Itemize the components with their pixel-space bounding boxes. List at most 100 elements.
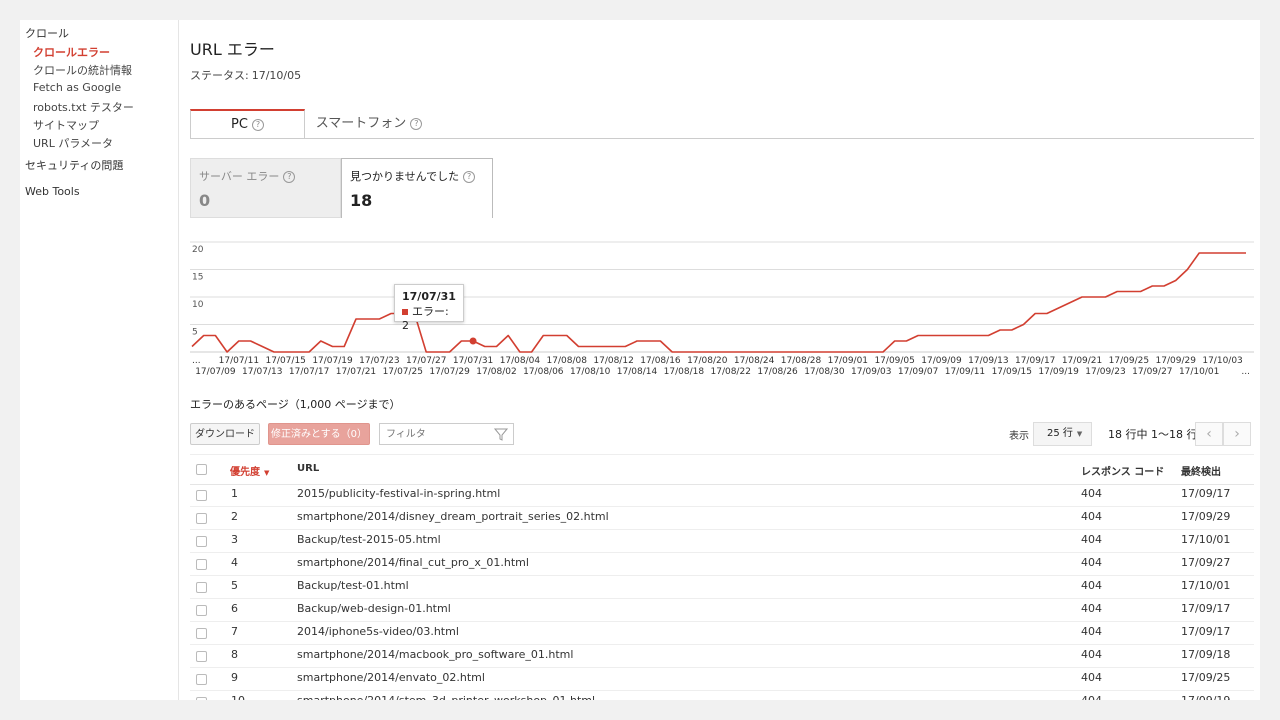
row-url[interactable]: smartphone/2014/macbook_pro_software_01.… bbox=[297, 648, 573, 661]
row-url[interactable]: smartphone/2014/disney_dream_portrait_se… bbox=[297, 510, 609, 523]
x-tick-label: 17/09/23 bbox=[1085, 367, 1125, 377]
help-icon[interactable]: ? bbox=[463, 171, 476, 183]
sidebar-item-url-parameters[interactable]: URL パラメータ bbox=[33, 135, 113, 151]
row-priority: 9 bbox=[231, 671, 238, 684]
sidebar-section-webtools[interactable]: Web Tools bbox=[25, 185, 80, 198]
table-row[interactable]: 5 Backup/test-01.html 404 17/10/01 bbox=[190, 575, 1254, 599]
column-header-last-detected[interactable]: 最終検出 bbox=[1181, 463, 1221, 478]
row-checkbox[interactable] bbox=[196, 490, 207, 501]
row-checkbox[interactable] bbox=[196, 513, 207, 524]
filter-icon[interactable] bbox=[494, 424, 508, 444]
table-row[interactable]: 8 smartphone/2014/macbook_pro_software_01… bbox=[190, 644, 1254, 668]
x-tick-label: 17/10/01 bbox=[1179, 367, 1219, 377]
x-tick-label: 17/07/27 bbox=[406, 356, 446, 366]
table-header: 優先度 ▼ URL レスポンス コード 最終検出 bbox=[190, 454, 1254, 485]
row-priority: 2 bbox=[231, 510, 238, 523]
column-header-priority[interactable]: 優先度 ▼ bbox=[230, 463, 269, 478]
series-swatch bbox=[402, 309, 408, 315]
row-checkbox[interactable] bbox=[196, 651, 207, 662]
column-header-response-code[interactable]: レスポンス コード bbox=[1081, 463, 1164, 478]
table-row[interactable]: 6 Backup/web-design-01.html 404 17/09/17 bbox=[190, 598, 1254, 622]
row-url[interactable]: smartphone/2014/stem_3d_printer_workshop… bbox=[297, 694, 595, 700]
tab-smartphone[interactable]: スマートフォン? bbox=[304, 110, 434, 138]
row-response-code: 404 bbox=[1081, 579, 1102, 592]
sidebar-item-sitemaps[interactable]: サイトマップ bbox=[33, 117, 99, 133]
select-all-checkbox[interactable] bbox=[196, 464, 207, 475]
sidebar-section-crawl[interactable]: クロール bbox=[25, 25, 69, 41]
x-tick-label: 17/07/31 bbox=[453, 356, 493, 366]
mark-fixed-button[interactable]: 修正済みとする（0） bbox=[268, 423, 370, 445]
help-icon[interactable]: ? bbox=[251, 118, 264, 131]
sidebar-item-crawl-errors[interactable]: クロールエラー bbox=[33, 44, 110, 60]
row-checkbox[interactable] bbox=[196, 628, 207, 639]
row-checkbox[interactable] bbox=[196, 536, 207, 547]
chevron-down-icon: ▼ bbox=[1076, 430, 1083, 438]
sidebar-item-robots-tester[interactable]: robots.txt テスター bbox=[33, 99, 134, 115]
row-checkbox[interactable] bbox=[196, 674, 207, 685]
row-last-detected: 17/09/17 bbox=[1181, 487, 1231, 500]
rows-per-page-select[interactable]: 25 行 ▼ bbox=[1033, 422, 1092, 446]
row-priority: 1 bbox=[231, 487, 238, 500]
app-frame: クロール クロールエラー クロールの統計情報 Fetch as Google r… bbox=[20, 20, 1260, 700]
row-checkbox[interactable] bbox=[196, 582, 207, 593]
table-row[interactable]: 2 smartphone/2014/disney_dream_portrait_s… bbox=[190, 506, 1254, 530]
x-tick-label: 17/08/10 bbox=[570, 367, 611, 377]
row-checkbox[interactable] bbox=[196, 697, 207, 700]
table-row[interactable]: 3 Backup/test-2015-05.html 404 17/10/01 bbox=[190, 529, 1254, 553]
x-tick-label: 17/09/25 bbox=[1109, 356, 1149, 366]
row-url[interactable]: Backup/web-design-01.html bbox=[297, 602, 451, 615]
row-priority: 5 bbox=[231, 579, 238, 592]
row-url[interactable]: Backup/test-2015-05.html bbox=[297, 533, 441, 546]
download-button[interactable]: ダウンロード bbox=[190, 423, 260, 445]
table-row[interactable]: 7 2014/iphone5s-video/03.html 404 17/09/17 bbox=[190, 621, 1254, 645]
table-row[interactable]: 4 smartphone/2014/final_cut_pro_x_01.html… bbox=[190, 552, 1254, 576]
x-tick-label: 17/09/27 bbox=[1132, 367, 1172, 377]
x-tick-label: 17/08/26 bbox=[757, 367, 798, 377]
errors-line-chart: 510152017/07/11 17/07/15 17/07/19 17/07/23 1… bbox=[190, 241, 1254, 377]
next-page-button[interactable]: › bbox=[1223, 422, 1251, 446]
x-axis-ellipsis-end: ... bbox=[1241, 367, 1250, 377]
prev-page-button[interactable]: ‹ bbox=[1195, 422, 1223, 446]
x-tick-label: 17/09/01 bbox=[828, 356, 868, 366]
table-row[interactable]: 9 smartphone/2014/envato_02.html 404 17/09/… bbox=[190, 667, 1254, 691]
row-last-detected: 17/10/01 bbox=[1181, 579, 1231, 592]
row-url[interactable]: Backup/test-01.html bbox=[297, 579, 409, 592]
sidebar-item-fetch-as-google[interactable]: Fetch as Google bbox=[33, 81, 121, 94]
main-content: URL エラー ステータス: 17/10/05 PC? スマートフォン? サーバー… bbox=[190, 20, 1254, 700]
x-tick-label: 17/09/03 bbox=[851, 367, 891, 377]
row-response-code: 404 bbox=[1081, 648, 1102, 661]
row-checkbox[interactable] bbox=[196, 605, 207, 616]
x-tick-label: 17/08/12 bbox=[593, 356, 633, 366]
server-error-label: サーバー エラー bbox=[199, 170, 280, 183]
tab-pc[interactable]: PC? bbox=[190, 109, 305, 138]
sidebar-item-crawl-stats[interactable]: クロールの統計情報 bbox=[33, 62, 132, 78]
x-tick-label: 17/09/15 bbox=[992, 367, 1032, 377]
row-last-detected: 17/09/19 bbox=[1181, 694, 1230, 700]
row-url[interactable]: smartphone/2014/envato_02.html bbox=[297, 671, 485, 684]
help-icon[interactable]: ? bbox=[283, 171, 296, 183]
table-row[interactable]: 1 2015/publicity-festival-in-spring.html 4… bbox=[190, 483, 1254, 507]
tab-smartphone-label: スマートフォン bbox=[315, 116, 407, 131]
x-tick-label: 17/08/02 bbox=[476, 367, 516, 377]
x-tick-label: 17/08/08 bbox=[547, 356, 588, 366]
not-found-card[interactable]: 見つかりませんでした? 18 bbox=[341, 158, 493, 218]
row-url[interactable]: 2015/publicity-festival-in-spring.html bbox=[297, 487, 500, 500]
row-response-code: 404 bbox=[1081, 487, 1102, 500]
rows-per-page-label: 表示 bbox=[1009, 431, 1029, 442]
table-row[interactable]: 10 smartphone/2014/stem_3d_printer_worksh… bbox=[190, 690, 1254, 700]
server-error-card[interactable]: サーバー エラー? 0 bbox=[190, 158, 341, 218]
x-tick-label: 17/08/30 bbox=[804, 367, 845, 377]
column-header-url[interactable]: URL bbox=[297, 463, 319, 474]
x-tick-label: 17/07/21 bbox=[336, 367, 376, 377]
help-icon[interactable]: ? bbox=[410, 117, 423, 130]
row-url[interactable]: 2014/iphone5s-video/03.html bbox=[297, 625, 459, 638]
page-title: URL エラー bbox=[190, 40, 275, 59]
row-url[interactable]: smartphone/2014/final_cut_pro_x_01.html bbox=[297, 556, 529, 569]
status-line: ステータス: 17/10/05 bbox=[190, 67, 301, 83]
row-checkbox[interactable] bbox=[196, 559, 207, 570]
pagination-info: 18 行中 1〜18 行 bbox=[1108, 428, 1198, 441]
chart-tooltip: 17/07/31 エラー: 2 bbox=[394, 284, 464, 332]
sidebar-section-security[interactable]: セキュリティの問題 bbox=[25, 157, 123, 173]
y-tick-label: 10 bbox=[192, 300, 204, 310]
x-tick-label: 17/08/18 bbox=[664, 367, 705, 377]
